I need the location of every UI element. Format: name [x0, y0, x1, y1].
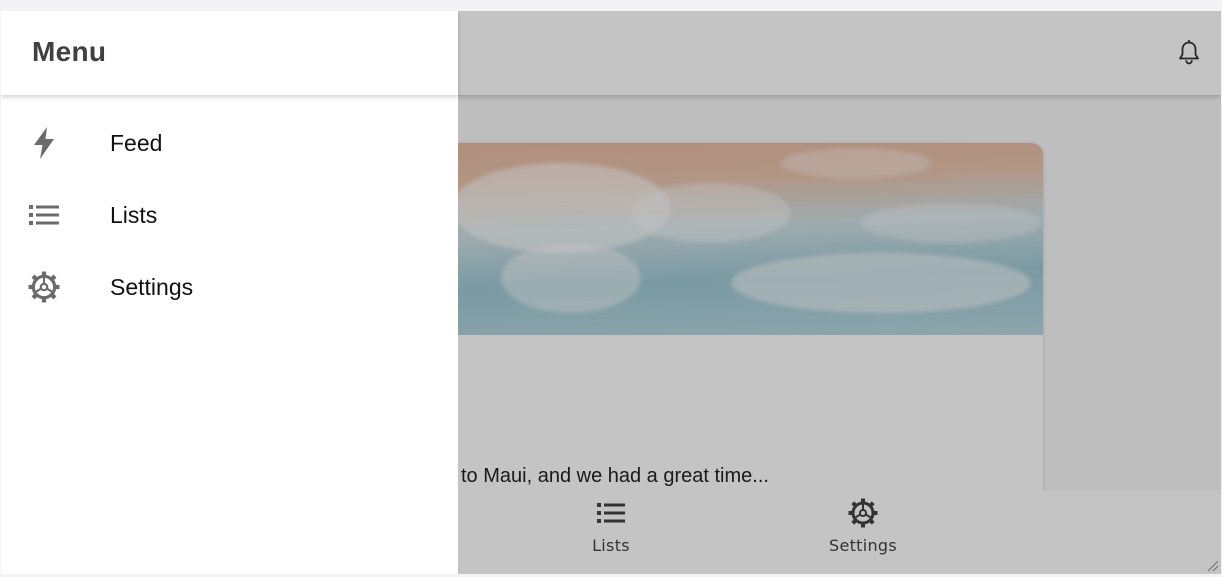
drawer-header: Menu — [1, 11, 458, 95]
lightning-bolt-icon — [27, 126, 61, 160]
navigation-drawer: Menu Feed Lists Settings — [1, 11, 458, 574]
drawer-item-settings[interactable]: Settings — [1, 251, 458, 323]
app-window: to Maui, and we had a great time... List… — [1, 11, 1221, 574]
drawer-item-lists-label: Lists — [110, 201, 158, 228]
drawer-item-feed-label: Feed — [110, 129, 163, 156]
gear-icon — [27, 270, 61, 304]
drawer-menu: Feed Lists Settings — [1, 107, 458, 323]
drawer-item-feed[interactable]: Feed — [1, 107, 458, 179]
drawer-item-settings-label: Settings — [110, 273, 194, 300]
list-icon — [27, 198, 61, 232]
drawer-title: Menu — [32, 36, 107, 67]
drawer-item-lists[interactable]: Lists — [1, 179, 458, 251]
